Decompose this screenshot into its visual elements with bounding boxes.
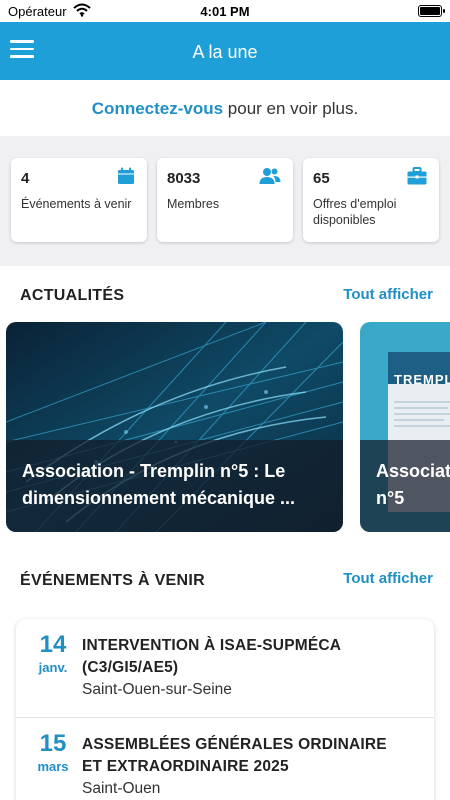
event-item[interactable]: 14 janv. INTERVENTION À ISAE-SUPMÉCA (C3… bbox=[16, 619, 434, 717]
event-day: 14 bbox=[39, 631, 67, 658]
event-item[interactable]: 15 mars ASSEMBLÉES GÉNÉRALES ORDINAIRE E… bbox=[16, 718, 434, 800]
login-prompt-text: pour en voir plus. bbox=[223, 99, 359, 118]
event-title: ASSEMBLÉES GÉNÉRALES ORDINAIRE ET EXTRAO… bbox=[82, 734, 422, 778]
events-see-all-link[interactable]: Tout afficher bbox=[343, 570, 433, 587]
news-card[interactable]: Association - Tremplin n°5 : Le dimensio… bbox=[6, 322, 343, 532]
page-title: A la une bbox=[192, 42, 258, 62]
stats-row: 4 Événements à venir 8033 Membres 65 Off… bbox=[0, 136, 450, 266]
event-title-line: ASSEMBLÉES GÉNÉRALES ORDINAIRE bbox=[82, 736, 387, 753]
stat-label: Offres d'emploi disponibles bbox=[313, 197, 397, 227]
event-place: Saint-Ouen bbox=[82, 780, 161, 797]
stat-card-members[interactable]: 8033 Membres bbox=[157, 158, 293, 242]
events-section-title: ÉVÉNEMENTS À VENIR bbox=[20, 572, 205, 589]
news-caption-line: Associat bbox=[376, 461, 450, 481]
event-month: janv. bbox=[38, 660, 68, 675]
stat-card-events[interactable]: 4 Événements à venir bbox=[11, 158, 147, 242]
event-title-line: (C3/GI5/AE5) bbox=[82, 659, 179, 676]
login-link[interactable]: Connectez-vous bbox=[92, 99, 223, 118]
users-icon bbox=[259, 167, 281, 190]
app-header: A la une bbox=[0, 22, 450, 80]
events-list: 14 janv. INTERVENTION À ISAE-SUPMÉCA (C3… bbox=[16, 619, 434, 800]
news-see-all-link[interactable]: Tout afficher bbox=[343, 286, 433, 303]
event-title: INTERVENTION À ISAE-SUPMÉCA (C3/GI5/AE5) bbox=[82, 635, 422, 679]
news-caption: Associat n°5 bbox=[376, 458, 450, 512]
event-place: Saint-Ouen-sur-Seine bbox=[82, 681, 232, 698]
news-caption-line: Association - Tremplin n°5 : Le bbox=[22, 461, 286, 481]
news-caption: Association - Tremplin n°5 : Le dimensio… bbox=[22, 458, 327, 512]
calendar-icon bbox=[117, 167, 135, 190]
main-content: ACTUALITÉS Tout afficher Association - T… bbox=[0, 266, 450, 800]
stat-card-jobs[interactable]: 65 Offres d'emploi disponibles bbox=[303, 158, 439, 242]
stat-label: Membres bbox=[167, 197, 220, 211]
magazine-cover-title: TREMPLIN bbox=[394, 372, 450, 387]
event-title-line: INTERVENTION À ISAE-SUPMÉCA bbox=[82, 637, 342, 654]
status-bar: Opérateur 4:01 PM bbox=[0, 0, 450, 22]
event-day: 15 bbox=[39, 730, 67, 757]
briefcase-icon bbox=[407, 167, 427, 190]
status-time: 4:01 PM bbox=[200, 4, 250, 19]
news-card[interactable]: TREMPLIN Associat n°5 bbox=[360, 322, 450, 532]
event-month: mars bbox=[37, 759, 69, 774]
battery-icon bbox=[418, 5, 445, 17]
news-caption-line: n°5 bbox=[376, 488, 405, 508]
login-prompt: Connectez-vous pour en voir plus. bbox=[0, 80, 450, 136]
news-caption-line: dimensionnement mécanique ... bbox=[22, 488, 296, 508]
event-title-line: ET EXTRAORDINAIRE 2025 bbox=[82, 758, 289, 775]
news-section-title: ACTUALITÉS bbox=[20, 287, 125, 304]
stat-label: Événements à venir bbox=[21, 197, 132, 211]
